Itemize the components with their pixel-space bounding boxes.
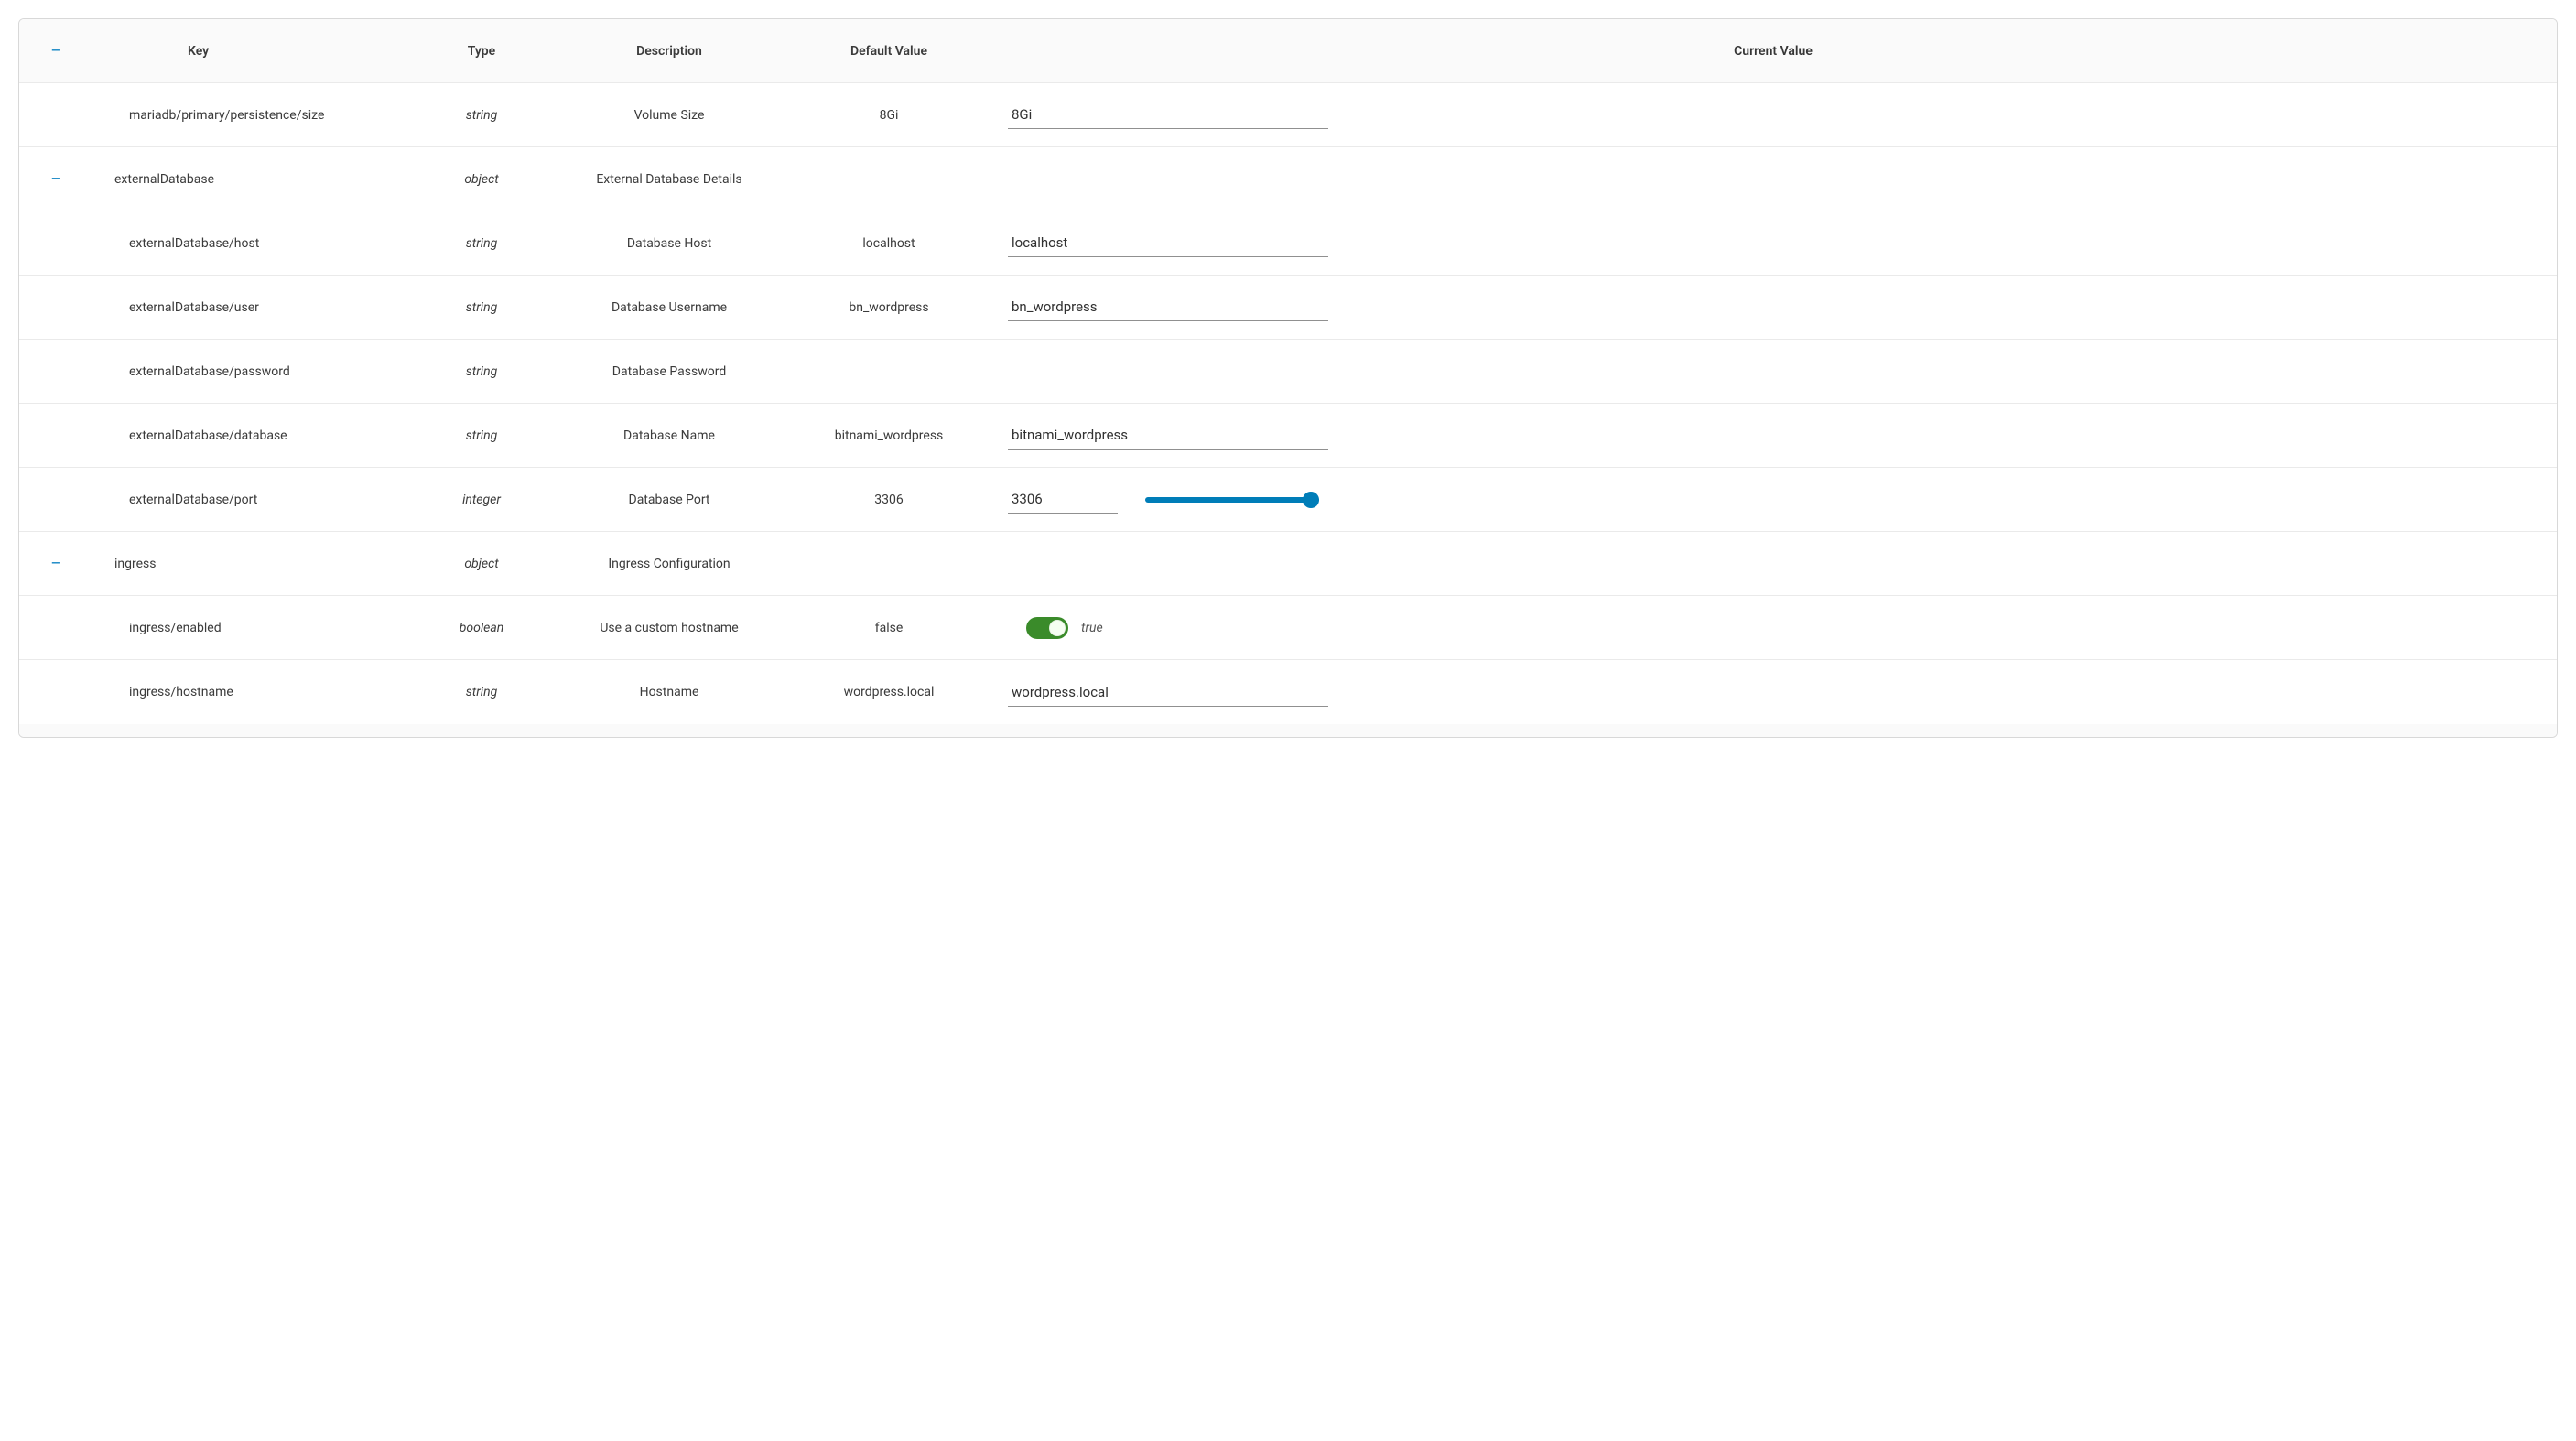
current-cell <box>990 101 2557 129</box>
type-cell: boolean <box>413 621 550 635</box>
description-cell: Volume Size <box>550 108 788 123</box>
key-cell: externalDatabase/host <box>92 236 413 251</box>
value-input[interactable] <box>1008 101 1328 129</box>
value-input[interactable] <box>1008 293 1328 321</box>
port-input[interactable] <box>1008 485 1118 514</box>
key-cell: ingress/hostname <box>92 685 413 699</box>
key-cell: externalDatabase/database <box>92 428 413 443</box>
collapse-header-icon[interactable]: − <box>19 42 92 60</box>
col-header-type: Type <box>413 44 550 59</box>
description-cell: Use a custom hostname <box>550 621 788 635</box>
current-cell <box>990 421 2557 450</box>
value-input[interactable] <box>1008 421 1328 450</box>
minus-icon: − <box>50 554 60 572</box>
table-row: ingress/enabledbooleanUse a custom hostn… <box>19 596 2557 660</box>
description-cell: Database Port <box>550 493 788 507</box>
current-cell <box>990 357 2557 385</box>
table-row: externalDatabase/userstringDatabase User… <box>19 276 2557 340</box>
port-control <box>1008 485 2538 514</box>
key-cell: externalDatabase/port <box>92 493 413 507</box>
key-cell: externalDatabase <box>92 172 413 187</box>
col-header-description: Description <box>550 44 788 59</box>
current-cell <box>990 485 2557 514</box>
description-cell: Ingress Configuration <box>550 557 788 571</box>
collapse-toggle[interactable]: − <box>19 555 92 573</box>
type-cell: object <box>413 172 550 187</box>
table-row: externalDatabase/passwordstringDatabase … <box>19 340 2557 404</box>
description-cell: Hostname <box>550 685 788 699</box>
description-cell: Database Host <box>550 236 788 251</box>
toggle-switch[interactable] <box>1026 617 1068 639</box>
current-cell <box>990 678 2557 707</box>
type-cell: object <box>413 557 550 571</box>
toggle-control: true <box>1008 617 2538 639</box>
col-header-default: Default Value <box>788 44 990 59</box>
type-cell: string <box>413 300 550 315</box>
params-table: − Key Type Description Default Value Cur… <box>18 18 2558 738</box>
value-input[interactable] <box>1008 229 1328 257</box>
default-cell: bitnami_wordpress <box>788 428 990 443</box>
minus-icon: − <box>50 41 60 60</box>
type-cell: integer <box>413 493 550 507</box>
toggle-knob <box>1049 620 1066 636</box>
key-cell: ingress/enabled <box>92 621 413 635</box>
table-header: − Key Type Description Default Value Cur… <box>19 19 2557 83</box>
description-cell: Database Name <box>550 428 788 443</box>
table-row: externalDatabase/hoststringDatabase Host… <box>19 211 2557 276</box>
key-cell: externalDatabase/user <box>92 300 413 315</box>
default-cell: localhost <box>788 236 990 251</box>
toggle-label: true <box>1081 621 1103 635</box>
default-cell: false <box>788 621 990 635</box>
collapse-toggle[interactable]: − <box>19 170 92 189</box>
description-cell: Database Password <box>550 364 788 379</box>
type-cell: string <box>413 428 550 443</box>
type-cell: string <box>413 364 550 379</box>
table-row: externalDatabase/portintegerDatabase Por… <box>19 468 2557 532</box>
default-cell: wordpress.local <box>788 685 990 699</box>
table-row: − externalDatabaseobjectExternal Database… <box>19 147 2557 211</box>
col-header-current: Current Value <box>990 44 2557 59</box>
type-cell: string <box>413 108 550 123</box>
current-cell <box>990 229 2557 257</box>
table-footer <box>19 724 2557 737</box>
col-header-key: Key <box>92 44 413 59</box>
key-cell: mariadb/primary/persistence/size <box>92 108 413 123</box>
default-cell: 8Gi <box>788 108 990 123</box>
type-cell: string <box>413 236 550 251</box>
minus-icon: − <box>50 169 60 188</box>
default-cell: bn_wordpress <box>788 300 990 315</box>
table-row: mariadb/primary/persistence/sizestringVo… <box>19 83 2557 147</box>
value-input[interactable] <box>1008 357 1328 385</box>
description-cell: External Database Details <box>550 172 788 187</box>
table-row: ingress/hostnamestringHostnamewordpress.… <box>19 660 2557 724</box>
description-cell: Database Username <box>550 300 788 315</box>
port-slider[interactable] <box>1145 497 1319 503</box>
table-row: externalDatabase/databasestringDatabase … <box>19 404 2557 468</box>
current-cell <box>990 293 2557 321</box>
table-row: − ingressobjectIngress Configuration <box>19 532 2557 596</box>
key-cell: externalDatabase/password <box>92 364 413 379</box>
key-cell: ingress <box>92 557 413 571</box>
value-input[interactable] <box>1008 678 1328 707</box>
current-cell: true <box>990 617 2557 639</box>
type-cell: string <box>413 685 550 699</box>
default-cell: 3306 <box>788 493 990 507</box>
